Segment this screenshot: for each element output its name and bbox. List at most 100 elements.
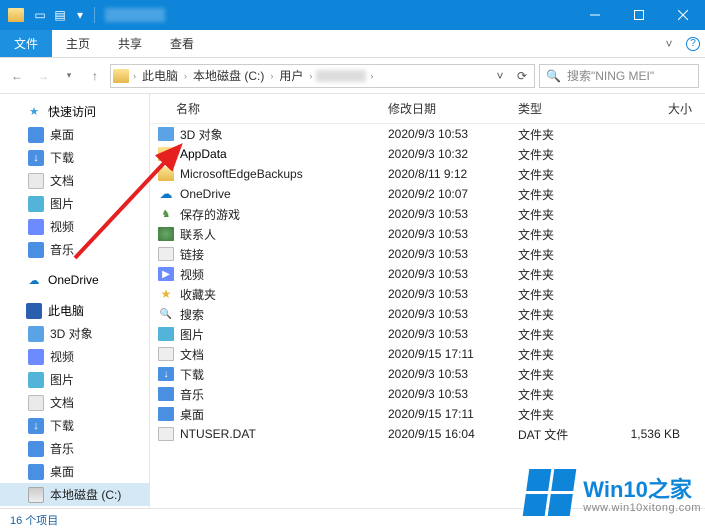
chevron-right-icon[interactable]: › [184,71,187,81]
minimize-button[interactable] [573,0,617,30]
cloud-icon: ☁ [158,187,174,201]
sidebar-item-desktop[interactable]: 桌面 [0,123,149,146]
file-name: MicrosoftEdgeBackups [180,167,303,181]
qat-dropdown-icon[interactable]: ▾ [70,5,90,25]
sidebar-item-music[interactable]: 音乐 [0,238,149,261]
chevron-right-icon[interactable]: › [133,71,136,81]
chevron-right-icon[interactable]: › [370,71,373,81]
sidebar-item-desktop2[interactable]: 桌面 [0,460,149,483]
address-dropdown[interactable]: ˅ [490,66,510,86]
file-type: 文件夹 [510,406,610,423]
navigation-pane[interactable]: ★ 快速访问 桌面 ↓ 下载 文档 图片 视频 音乐 ☁ OneDrive 此电脑… [0,94,150,508]
file-name: 3D 对象 [180,126,223,143]
file-row[interactable]: ▶视频2020/9/3 10:53文件夹 [150,264,705,284]
this-pc-group[interactable]: 此电脑 [0,299,149,322]
file-name: 联系人 [180,226,216,243]
file-name: 图片 [180,326,204,343]
crumb-c[interactable]: 本地磁盘 (C:) [191,67,266,84]
file-row[interactable]: MicrosoftEdgeBackups2020/8/11 9:12文件夹 [150,164,705,184]
sidebar-item-documents2[interactable]: 文档 [0,391,149,414]
sidebar-label: 音乐 [50,241,74,258]
file-name: 文档 [180,346,204,363]
file-row[interactable]: ☁OneDrive2020/9/2 10:07文件夹 [150,184,705,204]
column-size[interactable]: 大小 [610,98,700,119]
sidebar-item-videos[interactable]: 视频 [0,215,149,238]
file-type: 文件夹 [510,286,610,303]
game-icon: ♞ [158,207,174,221]
file-row[interactable]: ♞保存的游戏2020/9/3 10:53文件夹 [150,204,705,224]
file-row[interactable]: AppData2020/9/3 10:32文件夹 [150,144,705,164]
search-icon: 🔍 [546,69,561,83]
tab-view[interactable]: 查看 [156,30,208,57]
file-row[interactable]: 文档2020/9/15 17:11文件夹 [150,344,705,364]
crumb-username-blurred[interactable] [316,70,366,82]
sidebar-label: 文档 [50,394,74,411]
file-type: DAT 文件 [510,426,610,443]
sidebar-label: 3D 对象 [50,325,93,342]
close-button[interactable] [661,0,705,30]
crumb-users[interactable]: 用户 [277,67,305,84]
file-date: 2020/9/3 10:32 [380,147,510,161]
file-row[interactable]: 音乐2020/9/3 10:53文件夹 [150,384,705,404]
link-icon [158,247,174,261]
file-date: 2020/9/3 10:53 [380,267,510,281]
recent-dropdown[interactable]: ▾ [58,65,80,87]
file-rows[interactable]: 3D 对象2020/9/3 10:53文件夹AppData2020/9/3 10… [150,124,705,508]
help-button[interactable]: ? [681,30,705,57]
address-bar[interactable]: › 此电脑 › 本地磁盘 (C:) › 用户 › › ˅ ⟳ [110,64,535,88]
file-row[interactable]: 图片2020/9/3 10:53文件夹 [150,324,705,344]
sidebar-item-downloads2[interactable]: ↓下载 [0,414,149,437]
file-row[interactable]: ★收藏夹2020/9/3 10:53文件夹 [150,284,705,304]
sidebar-item-pictures2[interactable]: 图片 [0,368,149,391]
sidebar-item-documents[interactable]: 文档 [0,169,149,192]
quick-access-group[interactable]: ★ 快速访问 [0,100,149,123]
sidebar-item-disk-c[interactable]: 本地磁盘 (C:) [0,483,149,506]
forward-button[interactable]: → [32,65,54,87]
search-icon: 🔍 [158,307,174,321]
sidebar-label: 下载 [50,149,74,166]
videos-icon [28,349,44,365]
qat-props-icon[interactable]: ▭ [30,5,50,25]
sidebar-item-disk-e[interactable]: 新加卷 (E:) [0,506,149,508]
column-type[interactable]: 类型 [510,98,610,119]
chevron-right-icon[interactable]: › [270,71,273,81]
file-row[interactable]: 桌面2020/9/15 17:11文件夹 [150,404,705,424]
doc-icon [158,347,174,361]
file-row[interactable]: NTUSER.DAT2020/9/15 16:04DAT 文件1,536 KB [150,424,705,444]
desktop-icon [28,464,44,480]
chevron-right-icon[interactable]: › [309,71,312,81]
sidebar-item-3d[interactable]: 3D 对象 [0,322,149,345]
file-row[interactable]: 3D 对象2020/9/3 10:53文件夹 [150,124,705,144]
music-icon [158,387,174,401]
file-row[interactable]: 联系人2020/9/3 10:53文件夹 [150,224,705,244]
pictures-icon [28,372,44,388]
maximize-button[interactable] [617,0,661,30]
sidebar-item-pictures[interactable]: 图片 [0,192,149,215]
separator [94,7,95,23]
quick-access-label: 快速访问 [48,103,96,120]
sidebar-item-videos2[interactable]: 视频 [0,345,149,368]
up-button[interactable]: ↑ [84,65,106,87]
refresh-button[interactable]: ⟳ [512,66,532,86]
sidebar-item-music2[interactable]: 音乐 [0,437,149,460]
onedrive-group[interactable]: ☁ OneDrive [0,269,149,291]
search-box[interactable]: 🔍 搜索"NING MEI" [539,64,699,88]
crumb-pc[interactable]: 此电脑 [140,67,180,84]
back-button[interactable]: ← [6,65,28,87]
file-date: 2020/9/3 10:53 [380,247,510,261]
column-name[interactable]: 名称 [150,98,380,119]
download-icon: ↓ [28,150,44,166]
sidebar-item-downloads[interactable]: ↓ 下载 [0,146,149,169]
tab-home[interactable]: 主页 [52,30,104,57]
file-row[interactable]: 链接2020/9/3 10:53文件夹 [150,244,705,264]
file-date: 2020/9/15 16:04 [380,427,510,441]
tab-share[interactable]: 共享 [104,30,156,57]
file-tab[interactable]: 文件 [0,30,52,57]
sidebar-label: 本地磁盘 (C:) [50,486,121,503]
column-date[interactable]: 修改日期 [380,98,510,119]
file-row[interactable]: 🔍搜索2020/9/3 10:53文件夹 [150,304,705,324]
ribbon-collapse-chevron-icon[interactable]: ˅ [657,30,681,57]
qat-newfolder-icon[interactable]: ▤ [50,5,70,25]
document-icon [28,395,44,411]
file-row[interactable]: ↓下载2020/9/3 10:53文件夹 [150,364,705,384]
